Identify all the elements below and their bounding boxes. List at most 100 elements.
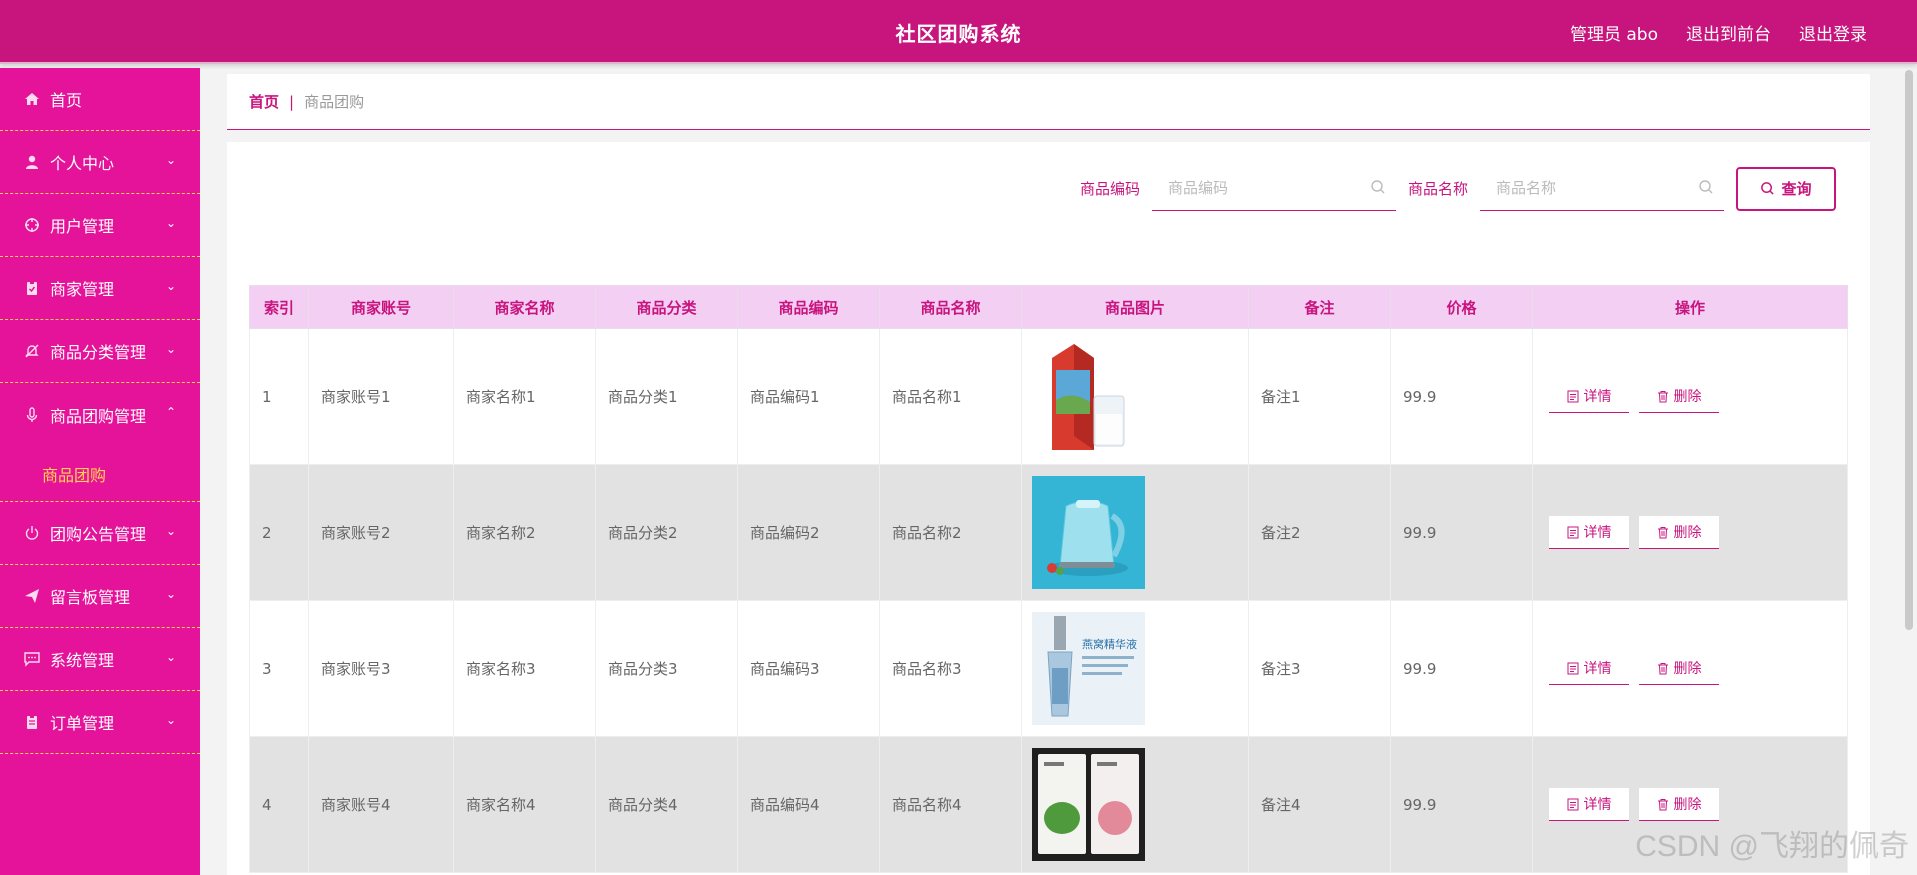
col-image: 商品图片 (1021, 285, 1249, 329)
trash-icon (1657, 798, 1668, 810)
detail-button-label: 详情 (1583, 661, 1612, 677)
col-price: 价格 (1390, 285, 1533, 329)
logout-link[interactable]: 退出登录 (1799, 20, 1867, 45)
sidebar-item-label: 订单管理 (50, 714, 115, 733)
col-category: 商品分类 (595, 285, 738, 329)
name-label: 商品名称 (1407, 180, 1468, 198)
sidebar-item-label: 用户管理 (50, 217, 115, 236)
back-to-front-link[interactable]: 退出到前台 (1686, 20, 1771, 45)
home-icon (24, 91, 40, 107)
query-button-label: 查询 (1781, 180, 1812, 198)
chevron-up-icon: ⌃ (165, 405, 176, 419)
milk-carton-image (1032, 340, 1145, 453)
cell-actions: 详情 删除 (1532, 600, 1848, 737)
send-icon (24, 588, 40, 604)
sidebar-item-system[interactable]: 系统管理 ⌄ (0, 628, 200, 691)
chevron-down-icon: ⌄ (165, 650, 176, 664)
sidebar-item-label: 系统管理 (50, 651, 115, 670)
delete-button-label: 删除 (1673, 797, 1702, 813)
sidebar-item-label: 商家管理 (50, 280, 115, 299)
breadcrumb-separator: | (289, 92, 295, 111)
col-name: 商品名称 (879, 285, 1022, 329)
breadcrumb-home[interactable]: 首页 (249, 91, 279, 112)
sidebar-item-personal[interactable]: 个人中心 ⌄ (0, 131, 200, 194)
chevron-down-icon: ⌄ (165, 587, 176, 601)
bell-off-icon (24, 343, 40, 359)
sidebar-item-category[interactable]: 商品分类管理 ⌄ (0, 320, 200, 383)
delete-button[interactable]: 删除 (1639, 788, 1719, 821)
power-icon (24, 525, 40, 541)
user-icon (24, 154, 40, 170)
cell-index: 3 (249, 600, 309, 737)
trash-icon (1657, 662, 1668, 674)
detail-button-label: 详情 (1583, 525, 1612, 541)
electric-kettle-image (1032, 476, 1145, 589)
sidebar-item-groupbuy[interactable]: 商品团购管理 ⌃ (0, 383, 200, 446)
cell-name: 商品名称2 (879, 464, 1022, 601)
cell-code: 商品编码3 (737, 600, 880, 737)
delete-button[interactable]: 删除 (1639, 516, 1719, 549)
sidebar-item-merchants[interactable]: 商家管理 ⌄ (0, 257, 200, 320)
delete-button-label: 删除 (1673, 389, 1702, 405)
cell-category: 商品分类3 (595, 600, 738, 737)
sidebar-item-label: 留言板管理 (50, 588, 131, 607)
sidebar-item-messages[interactable]: 留言板管理 ⌄ (0, 565, 200, 628)
cell-name: 商品名称1 (879, 328, 1022, 465)
cell-code: 商品编码2 (737, 464, 880, 601)
cell-merchant: 商家名称1 (453, 328, 596, 465)
breadcrumb-current: 商品团购 (304, 93, 365, 111)
table-row: 3 商家账号3 商家名称3 商品分类3 商品编码3 商品名称3 燕窝精华液 备注… (249, 600, 1848, 737)
chevron-down-icon: ⌄ (165, 279, 176, 293)
cell-account: 商家账号2 (308, 464, 454, 601)
table-row: 1 商家账号1 商家名称1 商品分类1 商品编码1 商品名称1 备注1 99.9… (249, 328, 1848, 465)
search-icon (1761, 182, 1775, 195)
name-search-input[interactable] (1480, 166, 1724, 210)
delete-button[interactable]: 删除 (1639, 652, 1719, 685)
sidebar-item-notice[interactable]: 团购公告管理 ⌄ (0, 502, 200, 565)
sidebar-item-users[interactable]: 用户管理 ⌄ (0, 194, 200, 257)
sidebar-item-label: 个人中心 (50, 154, 115, 173)
cell-image (1021, 464, 1249, 601)
sidebar-item-orders[interactable]: 订单管理 ⌄ (0, 691, 200, 754)
cell-merchant: 商家名称3 (453, 600, 596, 737)
name-field (1480, 166, 1724, 211)
search-icon (1371, 180, 1385, 194)
col-code: 商品编码 (737, 285, 880, 329)
face-mask-packs-image (1032, 748, 1145, 861)
document-icon (1567, 662, 1578, 674)
trash-icon (1657, 526, 1668, 538)
page-scrollbar[interactable] (1905, 70, 1913, 630)
detail-button[interactable]: 详情 (1549, 788, 1629, 821)
sidebar-item-label: 团购公告管理 (50, 525, 147, 544)
table-row: 2 商家账号2 商家名称2 商品分类2 商品编码2 商品名称2 备注2 99.9… (249, 464, 1848, 601)
cell-actions: 详情 删除 (1532, 328, 1848, 465)
cell-merchant: 商家名称2 (453, 464, 596, 601)
col-index: 索引 (249, 285, 309, 329)
clipboard-list-icon (24, 714, 40, 730)
trash-icon (1657, 390, 1668, 402)
col-account: 商家账号 (308, 285, 454, 329)
sidebar-item-home[interactable]: 首页 (0, 68, 200, 131)
cell-price: 99.9 (1390, 464, 1533, 601)
submenu-item-groupbuy[interactable]: 商品团购 (0, 446, 200, 502)
cell-category: 商品分类4 (595, 736, 738, 873)
cell-category: 商品分类2 (595, 464, 738, 601)
detail-button[interactable]: 详情 (1549, 516, 1629, 549)
detail-button-label: 详情 (1583, 797, 1612, 813)
chevron-down-icon: ⌄ (165, 713, 176, 727)
code-search-input[interactable] (1151, 166, 1396, 210)
cell-image (1021, 736, 1249, 873)
chat-icon (24, 651, 40, 667)
delete-button-label: 删除 (1673, 525, 1702, 541)
query-button[interactable]: 查询 (1736, 166, 1836, 211)
detail-button[interactable]: 详情 (1549, 380, 1629, 413)
cell-price: 99.9 (1390, 600, 1533, 737)
watermark: CSDN @飞翔的佩奇 (1635, 830, 1909, 863)
cell-account: 商家账号3 (308, 600, 454, 737)
main-content: 商品编码 商品名称 查询 索引 商家账号 商家名称 商品分类 商品编码 商品名称… (227, 142, 1870, 875)
chevron-down-icon: ⌄ (165, 524, 176, 538)
detail-button[interactable]: 详情 (1549, 652, 1629, 685)
cell-note: 备注3 (1248, 600, 1391, 737)
cell-index: 4 (249, 736, 309, 873)
delete-button[interactable]: 删除 (1639, 380, 1719, 413)
